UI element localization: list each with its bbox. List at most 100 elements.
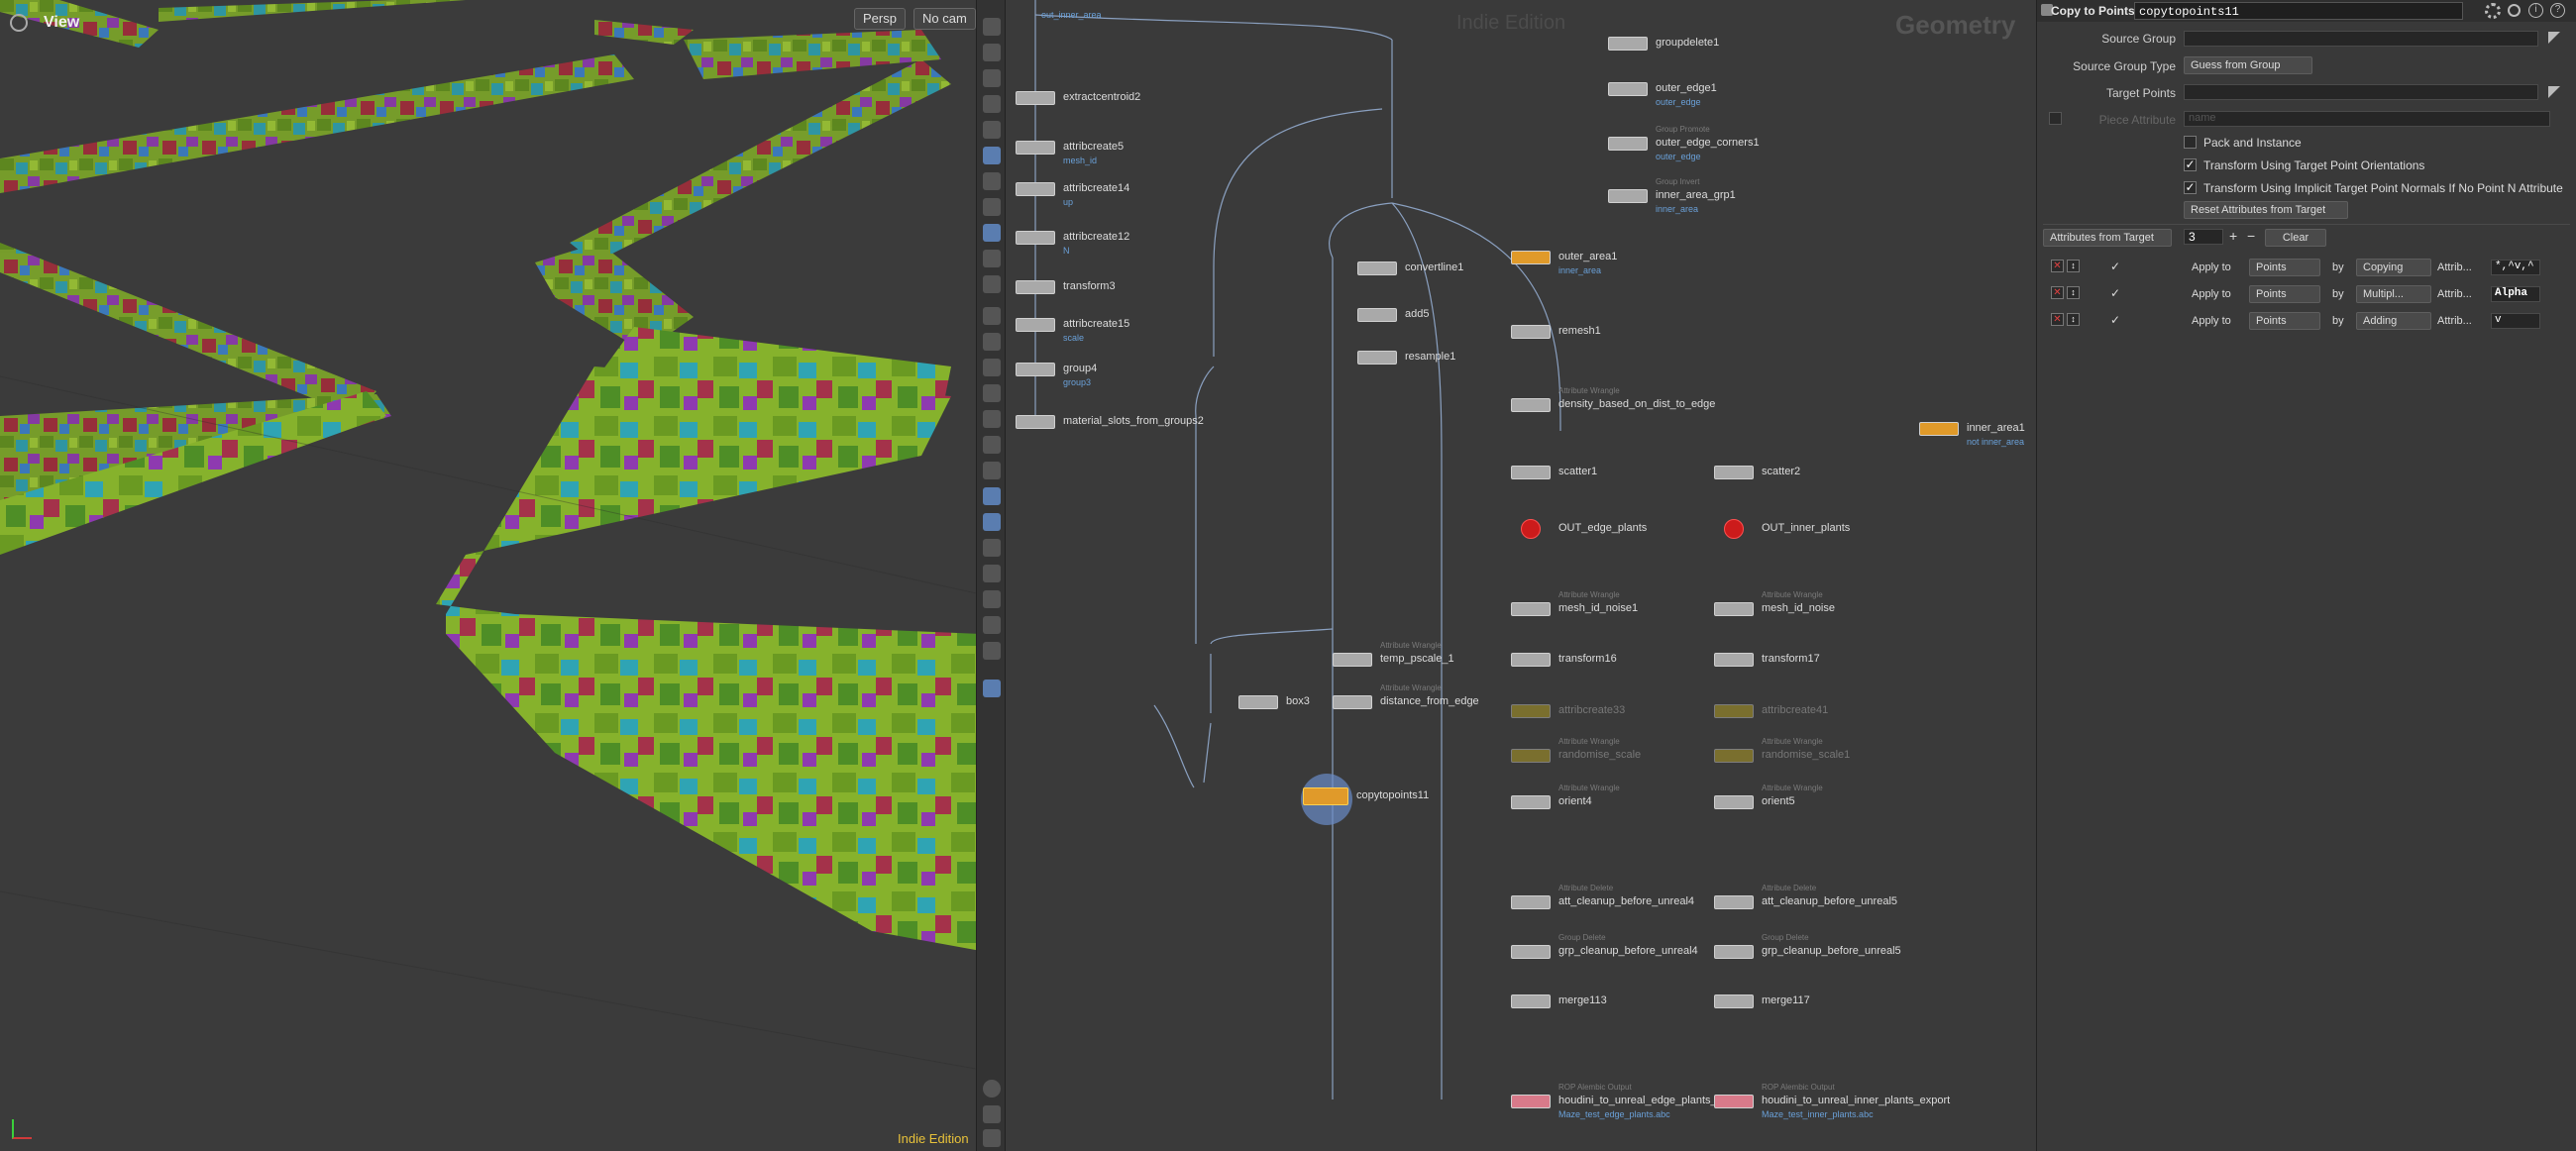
transform-orient-label: Transform Using Target Point Orientation… xyxy=(2203,158,2425,172)
axis-gizmo-icon xyxy=(12,1119,32,1139)
texture-icon[interactable] xyxy=(983,436,1001,454)
node-name-field[interactable]: copytopoints11 xyxy=(2134,2,2463,20)
target-points-field[interactable] xyxy=(2184,84,2538,100)
piece-attribute-label: Piece Attribute xyxy=(2098,113,2176,127)
piece-attribute-field: name xyxy=(2184,111,2550,127)
parameter-editor: Copy to Points copytopoints11 i ? Source… xyxy=(2036,0,2576,1151)
camera-icon[interactable] xyxy=(983,198,1001,216)
reorder-row-icon[interactable]: ↕ xyxy=(2067,313,2080,326)
normals-icon[interactable] xyxy=(983,487,1001,505)
viewport-menu-icon[interactable] xyxy=(10,14,28,32)
remove-row-icon[interactable]: ✕ xyxy=(2051,313,2064,326)
attr-count-field[interactable]: 3 xyxy=(2184,229,2223,245)
pack-and-instance-checkbox[interactable] xyxy=(2184,136,2197,149)
point-icon[interactable] xyxy=(983,307,1001,325)
camera-menu[interactable]: No cam xyxy=(913,8,976,30)
target-points-arrow-icon[interactable] xyxy=(2548,86,2560,98)
visualizer-icon[interactable] xyxy=(983,680,1001,697)
bounds-icon[interactable] xyxy=(983,642,1001,660)
by-label: by xyxy=(2332,262,2344,273)
edition-label: Indie Edition xyxy=(898,1131,969,1146)
node-type-label: Copy to Points xyxy=(2051,4,2135,18)
source-group-arrow-icon[interactable] xyxy=(2548,32,2560,44)
search-icon[interactable] xyxy=(2508,4,2521,17)
vertex-icon[interactable] xyxy=(983,539,1001,557)
mode-menu[interactable]: Adding xyxy=(2356,312,2431,330)
mode-menu[interactable]: Copying xyxy=(2356,259,2431,276)
grid-icon[interactable] xyxy=(983,462,1001,479)
reset-attributes-button[interactable]: Reset Attributes from Target xyxy=(2184,201,2348,219)
snapshot-icon[interactable] xyxy=(983,1129,1001,1147)
info-icon[interactable] xyxy=(983,1080,1001,1098)
persp-menu[interactable]: Persp xyxy=(854,8,906,30)
source-group-type-menu[interactable]: Guess from Group xyxy=(2184,56,2312,74)
backface-icon[interactable] xyxy=(983,250,1001,267)
remove-row-icon[interactable]: ✕ xyxy=(2051,260,2064,272)
by-label: by xyxy=(2332,288,2344,300)
scene-viewport[interactable]: View Persp No cam Indie Edition xyxy=(0,0,981,1151)
apply-to-label: Apply to xyxy=(2192,288,2231,300)
row-enable-check[interactable]: ✓ xyxy=(2110,313,2120,327)
viewport-title: View xyxy=(44,14,80,31)
face-icon[interactable] xyxy=(983,590,1001,608)
light-icon[interactable] xyxy=(983,147,1001,164)
remove-attr-button[interactable]: − xyxy=(2247,228,2255,244)
target-points-label: Target Points xyxy=(2105,86,2176,100)
render-icon[interactable] xyxy=(983,172,1001,190)
help-icon[interactable]: i xyxy=(2528,3,2543,18)
add-attr-button[interactable]: + xyxy=(2229,228,2237,244)
maze-plants-render xyxy=(0,0,981,1151)
top-wire-note: out_inner_area xyxy=(1041,10,1102,20)
uv-icon[interactable] xyxy=(983,513,1001,531)
gear-icon[interactable] xyxy=(2485,3,2501,19)
row-enable-check[interactable]: ✓ xyxy=(2110,286,2120,300)
row-enable-check[interactable]: ✓ xyxy=(2110,260,2120,273)
apply-to-menu[interactable]: Points xyxy=(2249,259,2320,276)
viewport-toolbar xyxy=(976,0,1006,1151)
network-editor[interactable]: Indie Edition Geometry out_inner_area ex… xyxy=(1006,0,2036,1151)
source-group-field[interactable] xyxy=(2184,31,2538,47)
layout-icon[interactable] xyxy=(983,1105,1001,1123)
transform-normals-label: Transform Using Implicit Target Point No… xyxy=(2203,181,2563,195)
network-context-label: Geometry xyxy=(1895,10,2016,40)
display-options-icon[interactable] xyxy=(983,224,1001,242)
attrib-label: Attrib... xyxy=(2437,288,2472,300)
number-icon[interactable] xyxy=(983,384,1001,402)
apply-to-menu[interactable]: Points xyxy=(2249,312,2320,330)
transform-normals-checkbox[interactable]: ✓ xyxy=(2184,181,2197,194)
pack-and-instance-label: Pack and Instance xyxy=(2203,136,2302,150)
attrib-label: Attrib... xyxy=(2437,262,2472,273)
help-docs-icon[interactable]: ? xyxy=(2550,3,2565,18)
apply-to-label: Apply to xyxy=(2192,315,2231,327)
attributes-separator xyxy=(2043,224,2570,225)
reorder-row-icon[interactable]: ↕ xyxy=(2067,260,2080,272)
mode-menu[interactable]: Multipl... xyxy=(2356,285,2431,303)
edition-watermark: Indie Edition xyxy=(1456,12,1566,34)
transform-orient-checkbox[interactable]: ✓ xyxy=(2184,158,2197,171)
remove-row-icon[interactable]: ✕ xyxy=(2051,286,2064,299)
shading-icon[interactable] xyxy=(983,410,1001,428)
attributes-from-target-label: Attributes from Target xyxy=(2043,229,2172,247)
reorder-row-icon[interactable]: ↕ xyxy=(2067,286,2080,299)
pen-icon[interactable] xyxy=(983,333,1001,351)
clear-attrs-button[interactable]: Clear xyxy=(2265,229,2326,247)
view-tool-icon[interactable] xyxy=(983,44,1001,61)
node-wires xyxy=(1034,0,1561,1099)
ghost-icon[interactable] xyxy=(983,121,1001,139)
lock-icon[interactable] xyxy=(983,69,1001,87)
box-icon[interactable] xyxy=(983,616,1001,634)
apply-to-menu[interactable]: Points xyxy=(2249,285,2320,303)
attrib-field[interactable]: v xyxy=(2491,313,2540,329)
snap-icon[interactable] xyxy=(983,95,1001,113)
edge-icon[interactable] xyxy=(983,565,1001,582)
source-group-type-label: Source Group Type xyxy=(2073,59,2176,73)
source-group-label: Source Group xyxy=(2101,32,2176,46)
select-tool-icon[interactable] xyxy=(983,18,1001,36)
brush-icon[interactable] xyxy=(983,359,1001,376)
by-label: by xyxy=(2332,315,2344,327)
attrib-field[interactable]: Alpha xyxy=(2491,286,2540,302)
attrib-label: Attrib... xyxy=(2437,315,2472,327)
apply-to-label: Apply to xyxy=(2192,262,2231,273)
attrib-field[interactable]: *,^v,^ xyxy=(2491,260,2540,275)
wireframe-icon[interactable] xyxy=(983,275,1001,293)
